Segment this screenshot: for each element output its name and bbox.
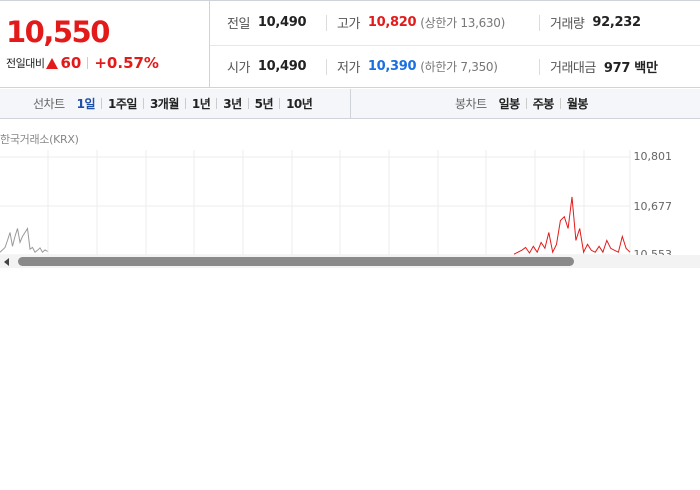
up-triangle-icon [46,57,59,69]
intraday-chart: 10,801 10,677 10,553 [0,150,700,261]
open-price: 시가 10,490 [227,45,307,88]
prev-close: 전일 10,490 [227,1,307,44]
line-chart-tabs: 선차트 1일 1주일 3개월 1년 3년 5년 10년 [0,89,351,118]
chart-scrollbar[interactable] [0,255,700,268]
volume: 거래량 92,232 [550,1,641,44]
tab-1week[interactable]: 1주일 [102,95,143,112]
low-label: 저가 [337,61,360,76]
tab-5year[interactable]: 5년 [249,95,279,112]
exchange-label: 한국거래소(KRX) [0,133,79,146]
price-summary: 10,550 전일대비 60 +0.57% [0,0,209,88]
series-line-previous [0,227,48,253]
diff-rate: +0.57% [94,54,159,72]
diff-value: 60 [60,54,82,72]
current-price: 10,550 [6,15,110,49]
volume-value: 92,232 [592,15,641,30]
y-tick-label: 10,801 [633,150,673,163]
trade-amount: 거래대금 977 백만 [550,45,658,88]
info-row: 전일 10,490 고가 10,820 (상한가 13,630) 거래량 92,… [210,1,700,46]
divider [326,15,327,31]
tab-monthly[interactable]: 월봉 [561,95,594,112]
scroll-left-icon[interactable] [4,258,9,266]
quote-info-table: 전일 10,490 고가 10,820 (상한가 13,630) 거래량 92,… [209,0,700,88]
diff-label: 전일대비 [6,57,45,70]
divider [87,57,89,69]
high-label: 고가 [337,17,360,32]
low-value: 10,390 [367,59,417,74]
info-row: 시가 10,490 저가 10,390 (하한가 7,350) 거래대금 977… [210,45,700,89]
tab-1day[interactable]: 1일 [71,95,101,112]
series-line-today [513,196,631,255]
divider [539,15,540,31]
open-label: 시가 [227,61,250,76]
amount-value: 977 백만 [603,61,658,76]
divider [326,59,327,75]
low-price: 저가 10,390 (하한가 7,350) [337,45,498,88]
open-value: 10,490 [257,59,307,74]
high-value: 10,820 [367,15,417,30]
chart-canvas [0,150,631,256]
tab-3month[interactable]: 3개월 [144,95,185,112]
lower-limit: (하한가 7,350) [420,60,498,74]
high-price: 고가 10,820 (상한가 13,630) [337,1,505,44]
candle-chart-title: 봉차트 [455,97,487,111]
amount-label: 거래대금 [550,61,596,76]
tab-3year[interactable]: 3년 [217,95,247,112]
line-chart-title: 선차트 [33,97,65,111]
tab-weekly[interactable]: 주봉 [527,95,560,112]
upper-limit: (상한가 13,630) [420,16,505,30]
candle-chart-tabs: 봉차트 일봉 주봉 월봉 [351,89,700,118]
tab-daily[interactable]: 일봉 [493,95,526,112]
tab-10year[interactable]: 10년 [280,95,318,112]
y-tick-label: 10,677 [633,200,673,213]
prev-close-label: 전일 [227,17,250,32]
price-diff: 전일대비 60 +0.57% [6,54,159,72]
scroll-thumb[interactable] [18,257,574,266]
chart-tab-bar: 선차트 1일 1주일 3개월 1년 3년 5년 10년 봉차트 일봉 주봉 월봉 [0,89,700,119]
tab-1year[interactable]: 1년 [186,95,216,112]
volume-label: 거래량 [550,17,585,32]
prev-close-value: 10,490 [257,15,307,30]
divider [539,59,540,75]
